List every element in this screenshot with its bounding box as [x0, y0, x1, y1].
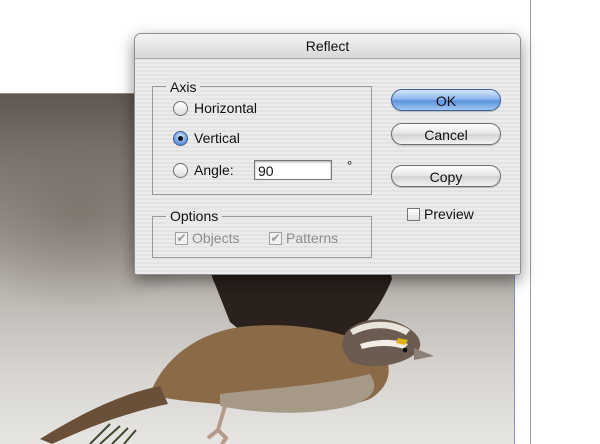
radio-dot-icon [178, 135, 183, 141]
document-window-edge [530, 0, 600, 444]
options-legend: Options [166, 208, 223, 224]
dialog-title[interactable]: Reflect [135, 34, 520, 59]
cancel-button[interactable]: Cancel [391, 123, 501, 145]
ok-button[interactable]: OK [391, 89, 501, 111]
bird-beak [414, 348, 434, 360]
checkbox-objects-label: Objects [192, 230, 240, 246]
axis-legend: Axis [166, 79, 201, 95]
bird-eye [402, 347, 408, 353]
radio-vertical-label[interactable]: Vertical [194, 130, 240, 146]
checkbox-preview[interactable]: Preview [407, 204, 474, 224]
checkbox-patterns-label: Patterns [286, 230, 339, 246]
radio-button-icon[interactable] [173, 100, 188, 116]
checkbox-objects[interactable]: ✔ Objects [175, 228, 239, 248]
radio-angle-label[interactable]: Angle: [194, 162, 234, 178]
pine-needles [89, 423, 137, 444]
degree-symbol: ° [347, 158, 353, 173]
checkbox-icon[interactable] [407, 207, 420, 221]
checkmark-icon[interactable]: ✔ [175, 231, 188, 245]
angle-input[interactable]: 90 [254, 160, 332, 180]
radio-angle[interactable]: Angle: [173, 160, 234, 180]
bird-tail [40, 386, 168, 444]
radio-vertical[interactable]: Vertical [173, 128, 240, 148]
checkbox-patterns[interactable]: ✔ Patterns [269, 228, 338, 248]
copy-button[interactable]: Copy [391, 165, 501, 187]
radio-button-selected-icon[interactable] [173, 130, 188, 146]
checkmark-icon[interactable]: ✔ [269, 231, 282, 245]
checkbox-preview-label[interactable]: Preview [424, 206, 474, 222]
radio-horizontal-label[interactable]: Horizontal [194, 100, 257, 116]
bird-leg [206, 405, 229, 444]
radio-button-icon[interactable] [173, 162, 188, 178]
reflect-dialog: Reflect Axis Horizontal Vertical Angle: … [134, 33, 521, 275]
radio-horizontal[interactable]: Horizontal [173, 98, 257, 118]
